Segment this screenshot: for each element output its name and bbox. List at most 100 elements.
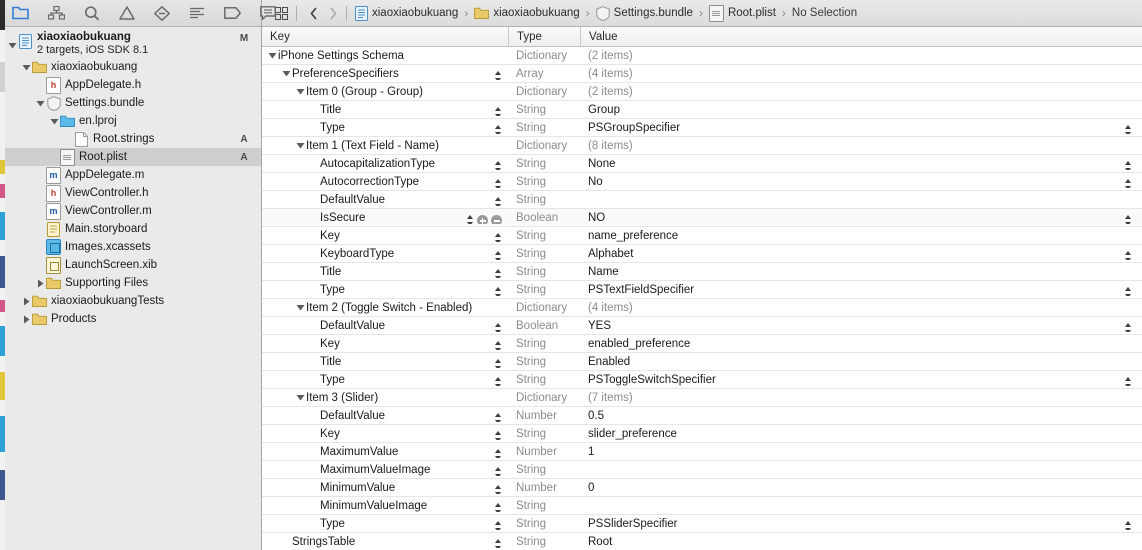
nav-tree-item[interactable]: Main.storyboard — [0, 220, 261, 238]
navigator-file-tree[interactable]: xiaoxiaobukuang 2 targets, iOS SDK 8.1 Mxi… — [0, 27, 261, 550]
plist-value-cell[interactable]: NO — [580, 212, 1142, 224]
add-row-button[interactable] — [477, 215, 488, 224]
key-type-stepper[interactable] — [495, 106, 502, 116]
value-stepper[interactable] — [1125, 124, 1132, 134]
plist-row[interactable]: IsSecure Boolean NO — [262, 209, 1142, 227]
key-type-stepper[interactable] — [495, 178, 502, 188]
disclosure-down-icon[interactable] — [20, 58, 32, 76]
value-stepper[interactable] — [1125, 520, 1132, 530]
key-type-stepper[interactable] — [495, 70, 502, 80]
breadcrumb-item[interactable]: Settings.bundle — [595, 5, 694, 21]
plist-type-cell[interactable]: String — [508, 338, 580, 350]
plist-key-cell[interactable]: MinimumValueImage — [262, 500, 508, 512]
plist-type-cell[interactable]: String — [508, 266, 580, 278]
nav-tree-item[interactable]: Products — [0, 310, 261, 328]
plist-row[interactable]: DefaultValue String — [262, 191, 1142, 209]
plist-type-cell[interactable]: Number — [508, 410, 580, 422]
plist-row[interactable]: iPhone Settings Schema Dictionary (2 items… — [262, 47, 1142, 65]
key-type-stepper[interactable] — [495, 322, 502, 332]
plist-row[interactable]: StringsTable String Root — [262, 533, 1142, 550]
plist-type-cell[interactable]: String — [508, 428, 580, 440]
plist-row[interactable]: MaximumValue Number 1 — [262, 443, 1142, 461]
plist-key-cell[interactable]: Type — [262, 284, 508, 296]
nav-tree-item[interactable]: m ViewController.m — [0, 202, 261, 220]
plist-row[interactable]: Item 2 (Toggle Switch - Enabled) Dictiona… — [262, 299, 1142, 317]
plist-value-cell[interactable]: name_preference — [580, 230, 1142, 242]
key-type-stepper[interactable] — [495, 430, 502, 440]
key-type-stepper[interactable] — [495, 268, 502, 278]
plist-value-cell[interactable]: (4 items) — [580, 302, 1142, 314]
nav-tree-item[interactable]: Settings.bundle — [0, 94, 261, 112]
plist-type-cell[interactable]: String — [508, 536, 580, 548]
plist-row[interactable]: Title String Enabled — [262, 353, 1142, 371]
key-type-stepper[interactable] — [467, 214, 474, 224]
plist-type-cell[interactable]: Array — [508, 68, 580, 80]
plist-key-cell[interactable]: Key — [262, 428, 508, 440]
nav-tree-item[interactable]: Root.strings A — [0, 130, 261, 148]
key-type-stepper[interactable] — [495, 538, 502, 548]
plist-key-cell[interactable]: DefaultValue — [262, 194, 508, 206]
plist-row[interactable]: KeyboardType String Alphabet — [262, 245, 1142, 263]
breakpoint-navigator-icon[interactable] — [224, 4, 241, 22]
plist-type-cell[interactable]: String — [508, 374, 580, 386]
symbol-navigator-icon[interactable] — [48, 4, 65, 22]
plist-value-cell[interactable]: Enabled — [580, 356, 1142, 368]
disclosure-right-icon[interactable] — [20, 310, 32, 328]
plist-value-cell[interactable]: (7 items) — [580, 392, 1142, 404]
disclosure-down-icon[interactable] — [6, 31, 18, 59]
value-stepper[interactable] — [1125, 322, 1132, 332]
plist-table-body[interactable]: iPhone Settings Schema Dictionary (2 items… — [262, 47, 1142, 550]
plist-type-cell[interactable]: Dictionary — [508, 140, 580, 152]
project-navigator-icon[interactable] — [12, 4, 29, 22]
key-type-stepper[interactable] — [495, 124, 502, 134]
plist-type-cell[interactable]: Dictionary — [508, 86, 580, 98]
plist-key-cell[interactable]: AutocapitalizationType — [262, 158, 508, 170]
key-type-stepper[interactable] — [495, 232, 502, 242]
plist-key-cell[interactable]: AutocorrectionType — [262, 176, 508, 188]
plist-key-cell[interactable]: IsSecure — [262, 212, 508, 224]
plist-row[interactable]: DefaultValue Boolean YES — [262, 317, 1142, 335]
key-type-stepper[interactable] — [495, 412, 502, 422]
value-stepper[interactable] — [1125, 160, 1132, 170]
plist-type-cell[interactable]: String — [508, 104, 580, 116]
plist-value-cell[interactable]: 0 — [580, 482, 1142, 494]
plist-type-cell[interactable]: Dictionary — [508, 392, 580, 404]
plist-value-cell[interactable]: PSGroupSpecifier — [580, 122, 1142, 134]
plist-value-cell[interactable]: YES — [580, 320, 1142, 332]
plist-row[interactable]: Key String name_preference — [262, 227, 1142, 245]
plist-type-cell[interactable]: Number — [508, 482, 580, 494]
plist-type-cell[interactable]: String — [508, 230, 580, 242]
nav-tree-item[interactable]: en.lproj — [0, 112, 261, 130]
plist-type-cell[interactable]: Boolean — [508, 320, 580, 332]
report-navigator-icon[interactable] — [260, 4, 276, 22]
plist-value-cell[interactable]: Name — [580, 266, 1142, 278]
key-type-stepper[interactable] — [495, 160, 502, 170]
disclosure-down-icon[interactable] — [294, 87, 306, 96]
plist-row[interactable]: Type String PSGroupSpecifier — [262, 119, 1142, 137]
breadcrumb-item[interactable]: xiaoxiaobukuang — [473, 7, 580, 19]
forward-button[interactable] — [323, 6, 342, 20]
nav-tree-item[interactable]: Root.plist A — [0, 148, 261, 166]
disclosure-down-icon[interactable] — [280, 69, 292, 78]
plist-row[interactable]: Type String PSToggleSwitchSpecifier — [262, 371, 1142, 389]
issue-navigator-icon[interactable] — [119, 4, 135, 22]
plist-type-cell[interactable]: String — [508, 284, 580, 296]
plist-value-cell[interactable]: (2 items) — [580, 50, 1142, 62]
plist-key-cell[interactable]: Type — [262, 374, 508, 386]
plist-key-cell[interactable]: MaximumValue — [262, 446, 508, 458]
plist-value-cell[interactable]: Root — [580, 536, 1142, 548]
plist-value-cell[interactable]: Group — [580, 104, 1142, 116]
nav-tree-item[interactable]: h AppDelegate.h — [0, 76, 261, 94]
plist-value-cell[interactable]: enabled_preference — [580, 338, 1142, 350]
plist-key-cell[interactable]: Title — [262, 266, 508, 278]
plist-key-cell[interactable]: Type — [262, 518, 508, 530]
plist-row[interactable]: AutocorrectionType String No — [262, 173, 1142, 191]
plist-key-cell[interactable]: Key — [262, 338, 508, 350]
nav-tree-item[interactable]: xiaoxiaobukuang — [0, 58, 261, 76]
value-stepper[interactable] — [1125, 376, 1132, 386]
plist-key-cell[interactable]: Item 3 (Slider) — [262, 392, 508, 404]
plist-row[interactable]: Title String Group — [262, 101, 1142, 119]
debug-navigator-icon[interactable] — [189, 4, 205, 22]
key-type-stepper[interactable] — [495, 520, 502, 530]
key-type-stepper[interactable] — [495, 466, 502, 476]
